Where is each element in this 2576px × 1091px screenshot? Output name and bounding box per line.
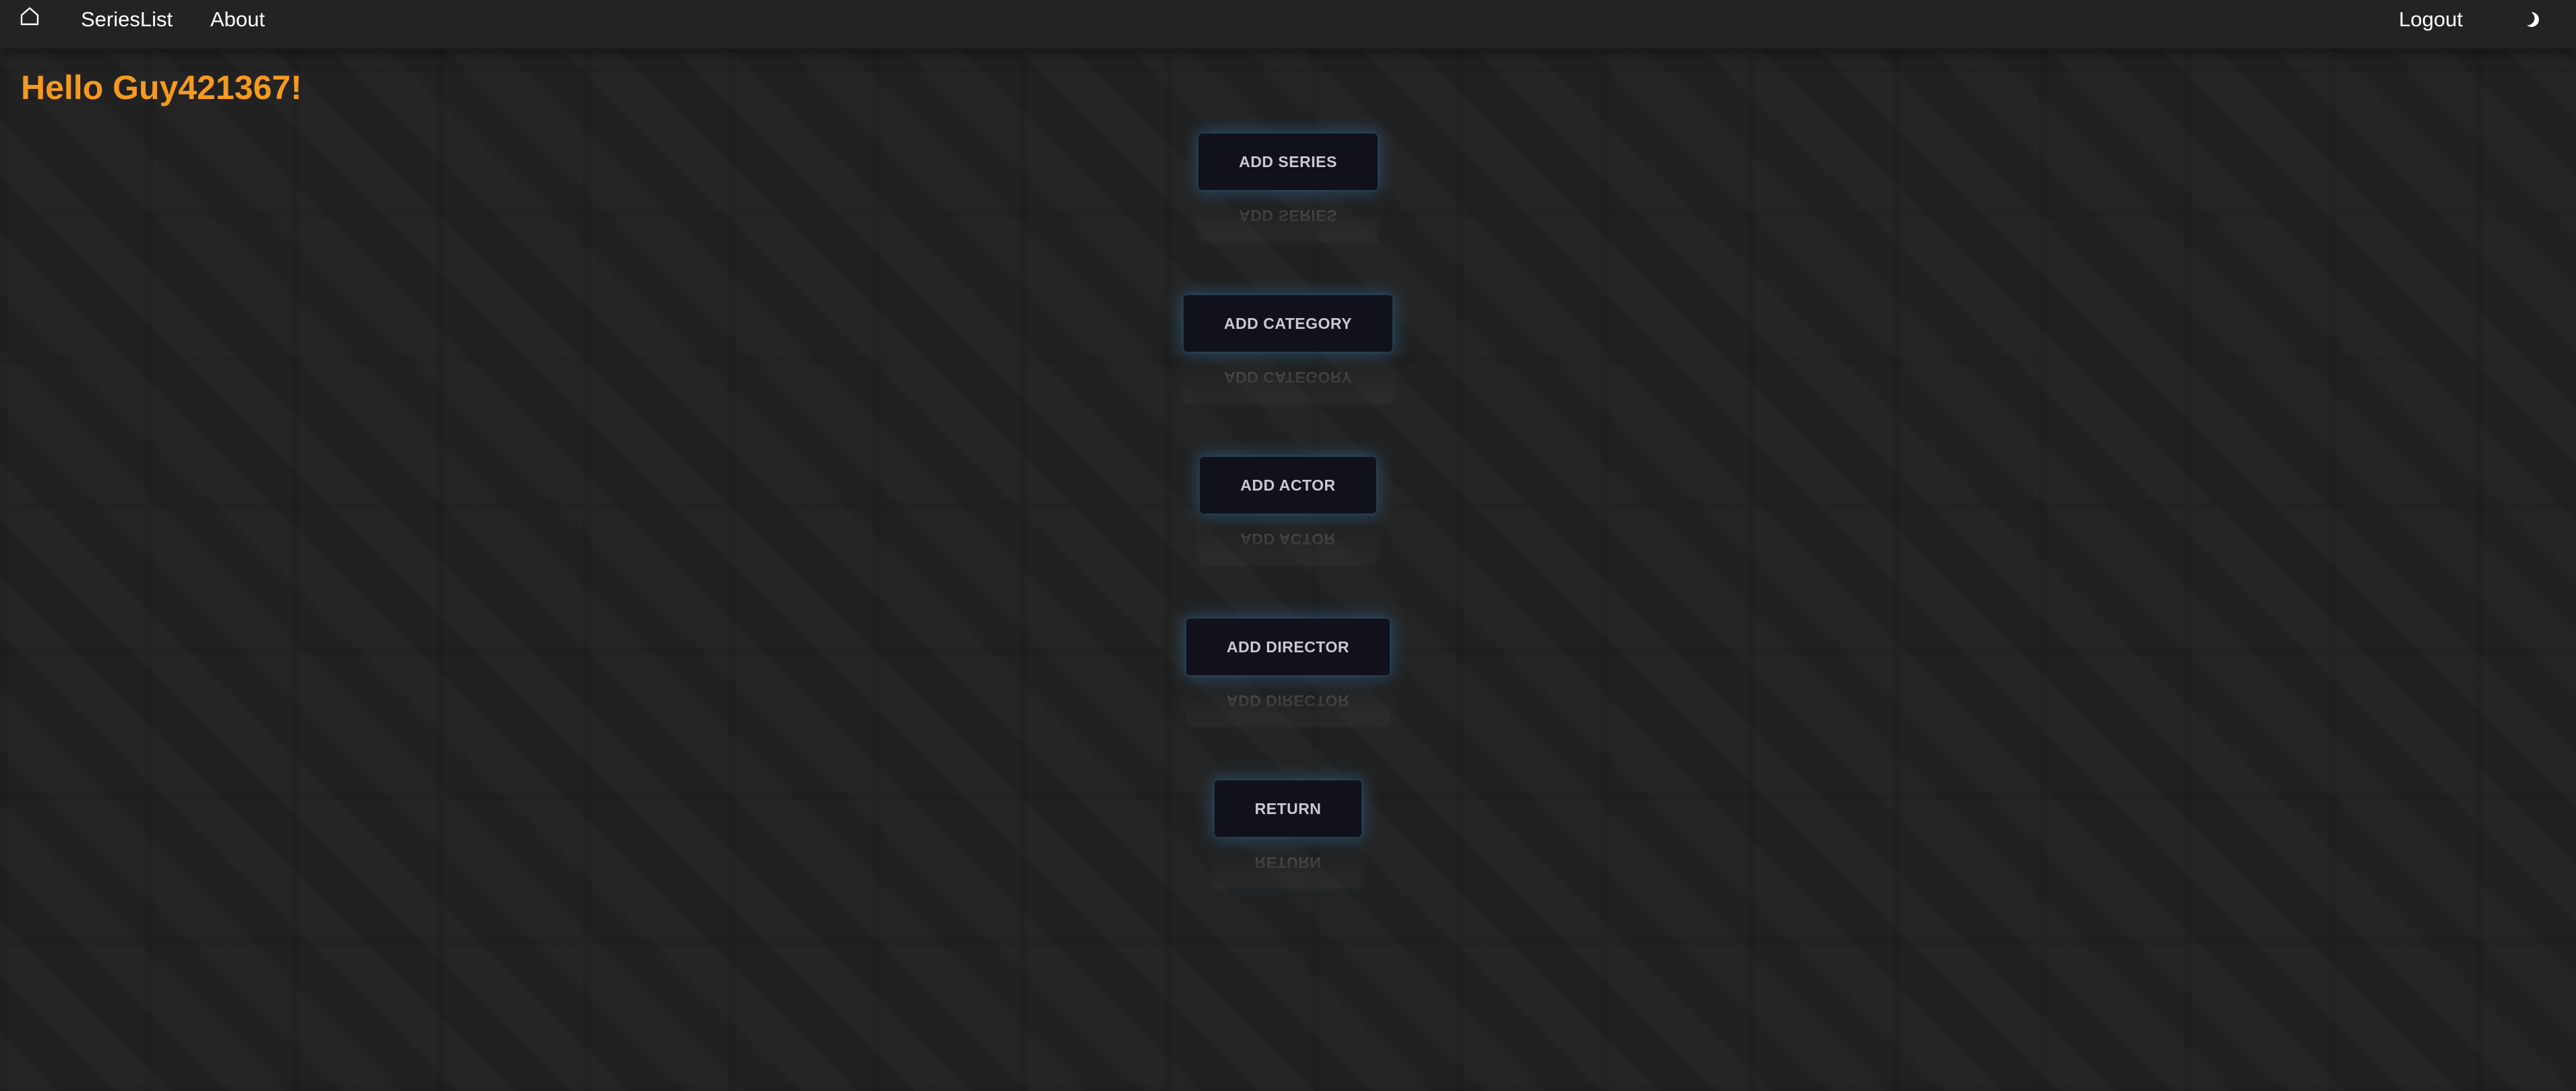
return-reflection: RETURN	[1214, 848, 1362, 888]
add-category-button[interactable]: ADD CATEGORY	[1184, 295, 1392, 352]
add-series-reflection: ADD SERIES	[1198, 201, 1378, 241]
theme-toggle[interactable]	[2522, 9, 2544, 30]
add-director-group: ADD DIRECTOR ADD DIRECTOR	[0, 619, 2576, 780]
nav-link-serieslist[interactable]: SeriesList	[81, 7, 173, 32]
return-button[interactable]: RETURN	[1214, 780, 1362, 837]
admin-actions: ADD SERIES ADD SERIES ADD CATEGORY ADD C…	[0, 133, 2576, 942]
home-icon	[18, 4, 42, 28]
add-actor-button[interactable]: ADD ACTOR	[1200, 457, 1376, 513]
nav-link-about[interactable]: About	[210, 7, 265, 32]
greeting-title: Hello Guy421367!	[21, 69, 302, 106]
add-series-button[interactable]: ADD SERIES	[1198, 133, 1378, 190]
return-group: RETURN RETURN	[0, 780, 2576, 942]
moon-icon	[2522, 9, 2544, 30]
top-navbar: SeriesList About Logout	[0, 0, 2576, 49]
add-director-reflection: ADD DIRECTOR	[1186, 686, 1390, 726]
add-series-group: ADD SERIES ADD SERIES	[0, 133, 2576, 295]
add-director-button[interactable]: ADD DIRECTOR	[1186, 619, 1390, 675]
home-link[interactable]	[18, 4, 42, 28]
add-category-group: ADD CATEGORY ADD CATEGORY	[0, 295, 2576, 457]
add-actor-reflection: ADD ACTOR	[1200, 524, 1376, 565]
logout-link[interactable]: Logout	[2399, 7, 2463, 32]
add-category-reflection: ADD CATEGORY	[1184, 363, 1392, 403]
add-actor-group: ADD ACTOR ADD ACTOR	[0, 457, 2576, 619]
